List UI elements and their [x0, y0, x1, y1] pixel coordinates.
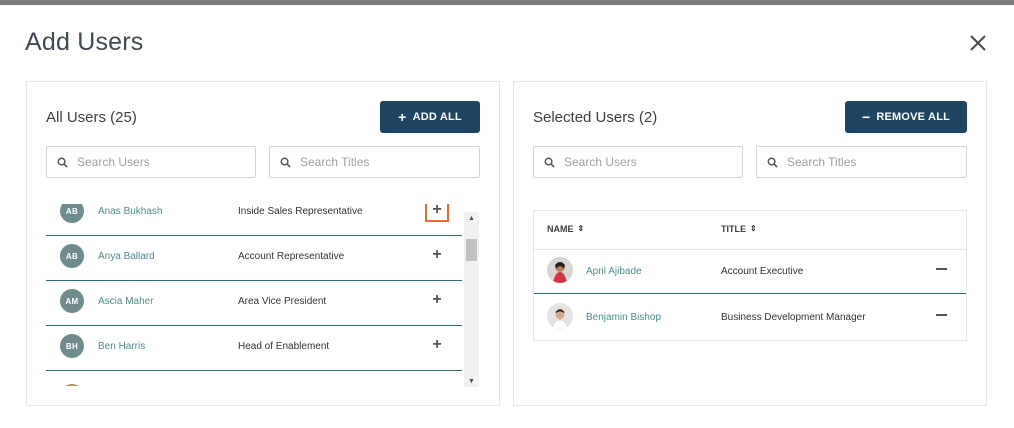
avatar-photo — [547, 257, 573, 283]
column-header-title[interactable]: TITLE ⇕ — [721, 224, 757, 234]
list-item: AB Anya Ballard Account Representative + — [46, 236, 462, 281]
table-row: Benjamin Bishop Business Development Man… — [534, 295, 966, 340]
search-icon — [280, 157, 291, 168]
column-header-title-label: TITLE — [721, 224, 746, 234]
user-title: Head of Enablement — [238, 341, 330, 352]
minus-icon: − — [861, 109, 871, 125]
add-all-label: ADD ALL — [412, 111, 462, 123]
plus-icon[interactable]: + — [425, 288, 449, 312]
top-bar — [0, 0, 1014, 5]
table-row: April Ajibade Account Executive — [534, 249, 966, 294]
avatar: BH — [60, 334, 84, 358]
search-users-box — [533, 146, 743, 178]
user-name-link[interactable]: April Ajibade — [586, 266, 642, 277]
list-scrollbar[interactable]: ▲ ▼ — [464, 212, 479, 387]
minus-icon[interactable] — [933, 261, 949, 277]
sort-icon: ⇕ — [577, 224, 585, 233]
all-users-panel: All Users (25) + ADD ALL AB Anas Bukhash… — [26, 81, 500, 406]
selected-users-table: NAME ⇕ TITLE ⇕ April Ajibade Account Exe… — [533, 210, 967, 341]
avatar: AM — [60, 289, 84, 313]
remove-all-button[interactable]: − REMOVE ALL — [845, 101, 967, 133]
user-name-link[interactable]: Ascia Maher — [98, 296, 154, 307]
avatar-photo — [60, 384, 84, 386]
search-titles-input[interactable] — [787, 155, 937, 169]
search-titles-box — [756, 146, 967, 178]
list-item: BH Ben Harris Head of Enablement + — [46, 326, 462, 371]
avatar: AB — [60, 204, 84, 223]
user-name-link[interactable]: Anas Bukhash — [98, 206, 163, 217]
plus-icon[interactable]: + — [425, 243, 449, 267]
remove-all-label: REMOVE ALL — [876, 111, 951, 123]
all-users-list[interactable]: AB Anas Bukhash Inside Sales Representat… — [46, 204, 462, 386]
user-name-link[interactable]: Benjamin Bishop — [586, 312, 661, 323]
sort-icon: ⇕ — [750, 224, 757, 233]
user-title: Account Representative — [238, 251, 345, 262]
search-users-box — [46, 146, 256, 178]
scroll-down-arrow-icon[interactable]: ▼ — [464, 375, 479, 387]
search-icon — [57, 157, 68, 168]
all-users-heading: All Users (25) — [46, 109, 137, 126]
user-title: Business Development Manager — [721, 312, 866, 323]
modal-title: Add Users — [25, 28, 144, 56]
search-titles-box — [269, 146, 480, 178]
scroll-thumb[interactable] — [466, 239, 477, 261]
scroll-up-arrow-icon[interactable]: ▲ — [464, 212, 479, 224]
search-users-input[interactable] — [77, 155, 227, 169]
add-all-button[interactable]: + ADD ALL — [380, 101, 480, 133]
plus-icon: + — [398, 109, 407, 125]
search-icon — [767, 157, 778, 168]
list-item: AB Anas Bukhash Inside Sales Representat… — [46, 204, 462, 236]
avatar-photo — [547, 303, 573, 329]
selected-users-panel: Selected Users (2) − REMOVE ALL NAME ⇕ T… — [513, 81, 987, 406]
user-name-link[interactable]: Anya Ballard — [98, 251, 155, 262]
user-title: Account Executive — [721, 266, 804, 277]
avatar: AB — [60, 244, 84, 268]
minus-icon[interactable] — [933, 307, 949, 323]
column-header-name[interactable]: NAME ⇕ — [547, 224, 584, 234]
user-name-link[interactable]: Ben Harris — [98, 341, 145, 352]
close-icon[interactable] — [966, 31, 990, 55]
plus-icon[interactable]: + — [425, 204, 449, 222]
selected-users-heading: Selected Users (2) — [533, 109, 658, 126]
user-title: Inside Sales Representative — [238, 206, 363, 217]
search-titles-input[interactable] — [300, 155, 450, 169]
user-title: Area Vice President — [238, 296, 327, 307]
column-header-name-label: NAME — [547, 224, 574, 234]
plus-icon[interactable]: + — [425, 333, 449, 357]
list-item: AM Ascia Maher Area Vice President + — [46, 281, 462, 326]
search-users-input[interactable] — [564, 155, 714, 169]
search-icon — [544, 157, 555, 168]
